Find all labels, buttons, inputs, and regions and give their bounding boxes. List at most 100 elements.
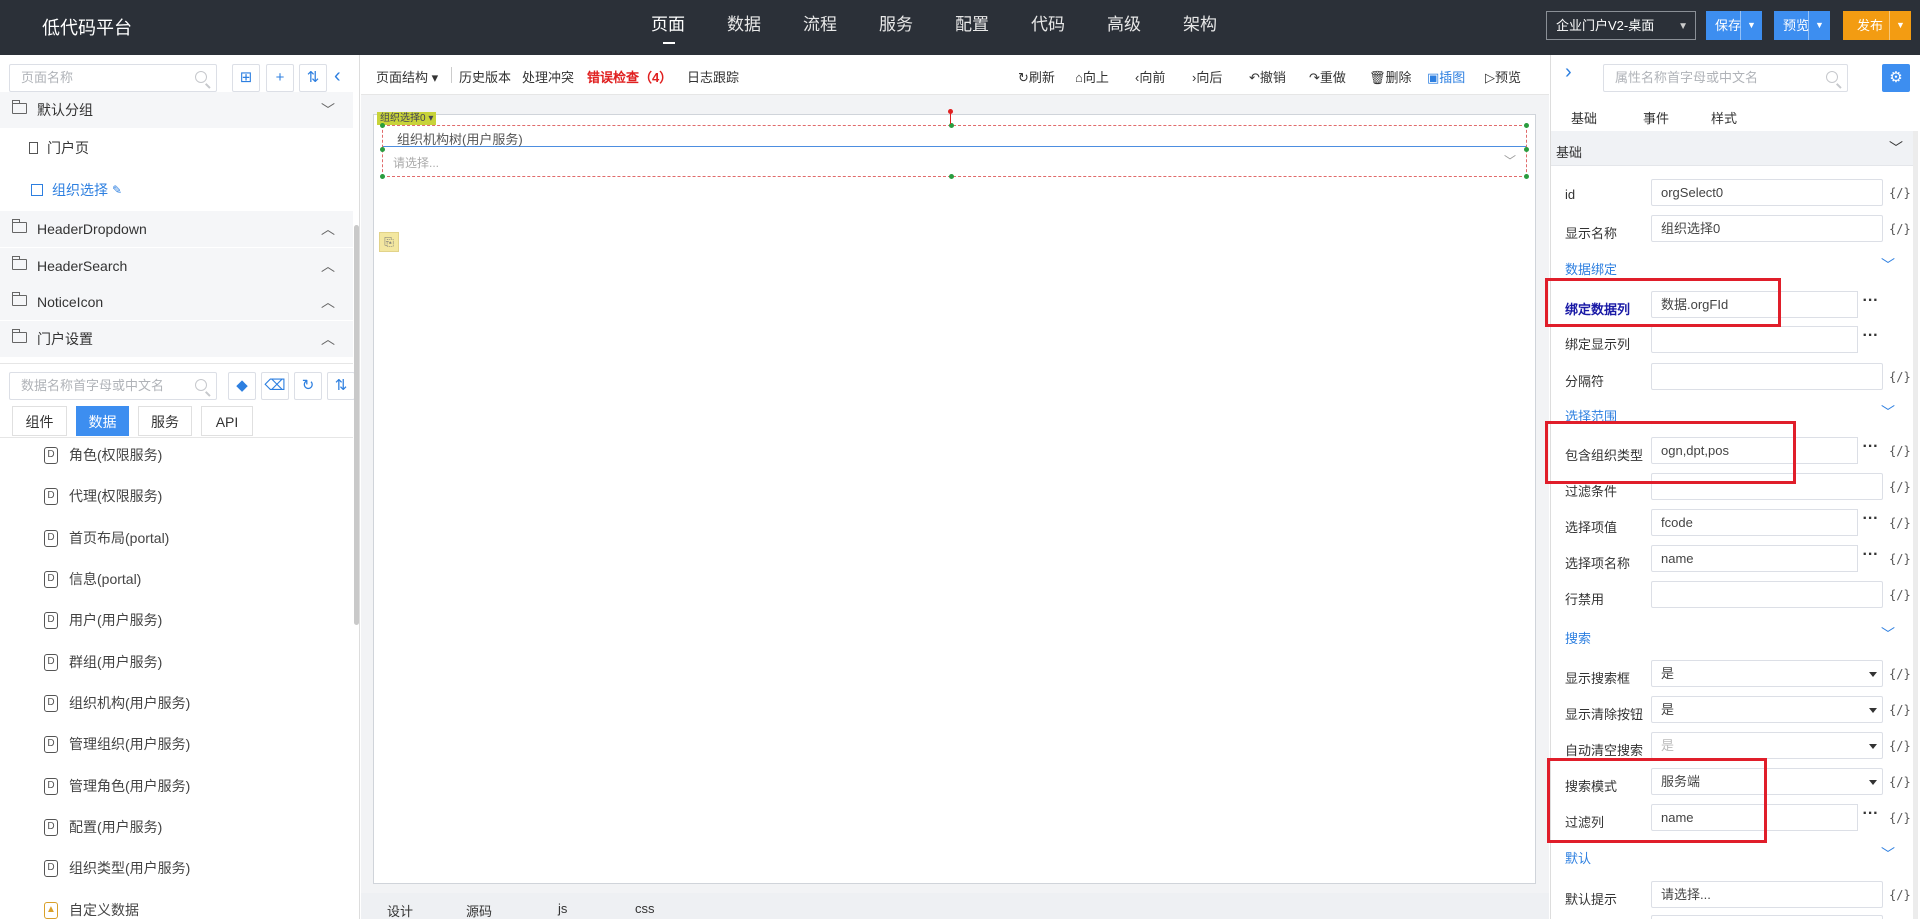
tab-js[interactable]: js — [558, 901, 567, 916]
clear-button[interactable]: ⌫ — [261, 372, 289, 400]
history-button[interactable]: 历史版本 — [459, 67, 511, 86]
collapse-sidebar-icon[interactable]: ‹ — [334, 65, 341, 88]
tab-basic[interactable]: 基础 — [1571, 108, 1597, 127]
panel-scrollbar[interactable] — [1913, 131, 1918, 919]
resize-handle[interactable] — [380, 147, 385, 152]
settings-button[interactable]: ⚙ — [1882, 64, 1910, 92]
chevron-up-icon[interactable]: ︿ — [321, 248, 335, 284]
expression-icon[interactable]: {/} — [1889, 667, 1911, 681]
more-icon[interactable]: ··· — [1857, 291, 1883, 318]
new-folder-button[interactable]: ⊞ — [232, 64, 260, 92]
sidebar-scrollbar[interactable] — [354, 225, 359, 625]
expression-icon[interactable]: {/} — [1889, 186, 1911, 200]
prop-next-input[interactable] — [1651, 915, 1883, 919]
tree-group-portal-settings[interactable]: 门户设置 ︿ — [0, 321, 353, 357]
data-search-input[interactable]: 数据名称首字母或中文名 — [9, 372, 217, 400]
prop-auto-clear-select[interactable]: 是 — [1651, 732, 1883, 759]
expression-icon[interactable]: {/} — [1889, 811, 1911, 825]
edit-icon[interactable]: ✎ — [112, 172, 122, 208]
rotate-handle[interactable] — [948, 109, 953, 114]
design-canvas[interactable]: 组织选择0 ▾ 组织机构树(用户服务) 请选择... ﹀ ⎘ — [373, 109, 1536, 884]
list-item[interactable]: D 配置(用户服务) — [0, 810, 353, 844]
up-button[interactable]: ⌂向上 — [1075, 67, 1109, 86]
expression-icon[interactable]: {/} — [1889, 370, 1911, 384]
page-structure-button[interactable]: 页面结构 ▾ — [376, 67, 438, 86]
expression-icon[interactable]: {/} — [1889, 703, 1911, 717]
expression-icon[interactable]: {/} — [1889, 739, 1911, 753]
tree-group-headerdropdown[interactable]: HeaderDropdown ︿ — [0, 211, 353, 247]
resize-handle[interactable] — [1524, 174, 1529, 179]
list-item[interactable]: D 首页布局(portal) — [0, 521, 353, 555]
chevron-down-icon[interactable]: ﹀ — [1504, 152, 1516, 169]
preview-toolbar-button[interactable]: ▷预览 — [1485, 67, 1521, 86]
publish-button[interactable]: 发布 ▼ — [1843, 11, 1911, 40]
chevron-up-icon[interactable]: ︿ — [321, 321, 335, 357]
tab-events[interactable]: 事件 — [1643, 108, 1669, 127]
prop-option-name-input[interactable]: name — [1651, 545, 1883, 572]
undo-button[interactable]: ↶撤销 — [1249, 67, 1286, 86]
nav-architecture[interactable]: 架构 — [1162, 0, 1238, 55]
tab-data[interactable]: 数据 — [76, 406, 129, 436]
prop-show-search-select[interactable]: 是 — [1651, 660, 1883, 687]
list-item[interactable]: D 用户(用户服务) — [0, 603, 353, 637]
tab-design[interactable]: 设计 — [387, 901, 413, 919]
save-dropdown-icon[interactable]: ▼ — [1740, 11, 1762, 40]
more-icon[interactable]: ··· — [1857, 326, 1883, 353]
prop-bind-display-input[interactable] — [1651, 326, 1883, 353]
tab-services[interactable]: 服务 — [138, 406, 192, 436]
prop-separator-input[interactable] — [1651, 363, 1883, 390]
list-item[interactable]: D 组织机构(用户服务) — [0, 686, 353, 720]
chevron-down-icon[interactable]: ﹀ — [321, 92, 335, 128]
resize-handle[interactable] — [1524, 123, 1529, 128]
locate-button[interactable]: ◆ — [228, 372, 256, 400]
list-item[interactable]: D 角色(权限服务) — [0, 438, 353, 472]
tab-components[interactable]: 组件 — [12, 406, 67, 436]
more-icon[interactable]: ··· — [1857, 509, 1883, 536]
list-item[interactable]: D 组织类型(用户服务) — [0, 851, 353, 885]
sort-button[interactable]: ⇅ — [327, 372, 355, 400]
list-item[interactable]: D 代理(权限服务) — [0, 479, 353, 513]
prop-default-hint-input[interactable]: 请选择... — [1651, 881, 1883, 908]
publish-dropdown-icon[interactable]: ▼ — [1889, 11, 1911, 40]
nav-page[interactable]: 页面 — [630, 0, 706, 55]
page-search-input[interactable]: 页面名称 — [9, 64, 217, 92]
forward-button[interactable]: ‹向前 — [1135, 67, 1165, 86]
expression-icon[interactable]: {/} — [1889, 888, 1911, 902]
more-icon[interactable]: ··· — [1857, 804, 1883, 831]
tree-item-portal-page[interactable]: 门户页 — [0, 130, 353, 166]
list-item[interactable]: D 管理角色(用户服务) — [0, 769, 353, 803]
error-check-button[interactable]: 错误检查（4） — [587, 67, 672, 86]
tree-group-headersearch[interactable]: HeaderSearch ︿ — [0, 248, 353, 284]
project-select[interactable]: 企业门户V2-桌面 ▼ — [1546, 11, 1696, 40]
list-item[interactable]: D 管理组织(用户服务) — [0, 727, 353, 761]
conflict-button[interactable]: 处理冲突 — [522, 67, 574, 86]
prop-display-name-input[interactable]: 组织选择0 — [1651, 215, 1883, 242]
collapse-panel-icon[interactable]: › — [1565, 61, 1572, 84]
section-search[interactable]: 搜索 ﹀ — [1565, 626, 1905, 650]
expression-icon[interactable]: {/} — [1889, 444, 1911, 458]
tab-api[interactable]: API — [201, 406, 253, 436]
expression-icon[interactable]: {/} — [1889, 775, 1911, 789]
resize-handle[interactable] — [380, 174, 385, 179]
expression-icon[interactable]: {/} — [1889, 516, 1911, 530]
prop-id-input[interactable]: orgSelect0 — [1651, 179, 1883, 206]
tree-item-org-select[interactable]: 组织选择 ✎ — [0, 172, 353, 208]
insert-image-button[interactable]: ▣插图 — [1427, 67, 1465, 86]
redo-button[interactable]: ↷重做 — [1309, 67, 1346, 86]
expression-icon[interactable]: {/} — [1889, 552, 1911, 566]
backward-button[interactable]: ›向后 — [1192, 67, 1222, 86]
selected-component[interactable]: 组织机构树(用户服务) 请选择... ﹀ — [380, 109, 1529, 179]
add-page-button[interactable]: + — [266, 64, 294, 92]
prop-row-disabled-input[interactable] — [1651, 581, 1883, 608]
resize-handle[interactable] — [380, 123, 385, 128]
resize-handle[interactable] — [949, 174, 954, 179]
delete-button[interactable]: 🗑删除 — [1369, 67, 1412, 86]
expression-icon[interactable]: {/} — [1889, 222, 1911, 236]
nav-flow[interactable]: 流程 — [782, 0, 858, 55]
tab-styles[interactable]: 样式 — [1711, 108, 1737, 127]
chevron-up-icon[interactable]: ︿ — [321, 284, 335, 320]
refresh-button[interactable]: ↻ — [294, 372, 322, 400]
nav-config[interactable]: 配置 — [934, 0, 1010, 55]
save-button[interactable]: 保存 ▼ — [1706, 11, 1762, 40]
tree-group-noticeicon[interactable]: NoticeIcon ︿ — [0, 284, 353, 320]
